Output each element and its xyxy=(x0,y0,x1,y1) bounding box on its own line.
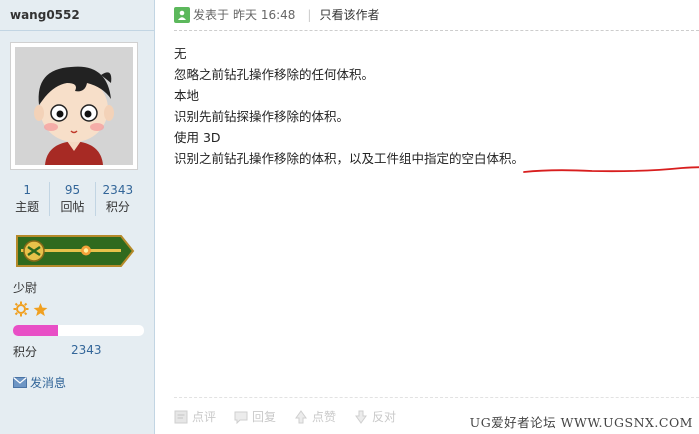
reply-label: 回复 xyxy=(252,410,277,424)
user-stats: 1 主题 95 回帖 2343 积分 xyxy=(5,182,140,216)
divider: | xyxy=(307,7,312,22)
rank-progress-fill xyxy=(13,325,58,336)
like-button[interactable]: 点赞 xyxy=(294,408,336,425)
username-link[interactable]: wang0552 xyxy=(10,8,80,22)
stat-label: 回帖 xyxy=(60,200,85,214)
rank-badge-icon xyxy=(13,232,135,273)
star-icon xyxy=(33,302,48,316)
credits-value: 2343 xyxy=(71,343,102,357)
site-watermark: UG爱好者论坛 WWW.UGSNX.COM xyxy=(469,415,693,430)
comment-icon xyxy=(174,410,188,423)
post-area: 发表于 昨天 16:48 | 只看该作者 无 忽略之前钻孔操作移除的任何体积。 … xyxy=(156,0,699,434)
comment-label: 点评 xyxy=(192,410,217,424)
reply-icon xyxy=(234,411,248,424)
post-line: 使用 3D xyxy=(174,130,221,145)
stat-threads[interactable]: 1 主题 xyxy=(5,182,49,216)
post-line: 无 xyxy=(174,46,187,61)
post-header: 发表于 昨天 16:48 | 只看该作者 xyxy=(174,6,379,23)
stat-replies[interactable]: 95 回帖 xyxy=(49,182,94,216)
send-message-label: 发消息 xyxy=(30,376,67,390)
rank-progress-bar xyxy=(13,325,144,336)
rank-stars xyxy=(13,301,48,317)
rank-title: 少尉 xyxy=(13,281,38,295)
envelope-icon xyxy=(13,377,27,388)
posted-prefix: 发表于 xyxy=(193,8,230,22)
post-line: 本地 xyxy=(174,88,200,103)
divider xyxy=(174,30,699,31)
credits-label: 积分 xyxy=(13,345,38,359)
stat-value: 1 xyxy=(23,183,31,197)
avatar[interactable] xyxy=(10,42,138,170)
stat-label: 积分 xyxy=(105,200,130,214)
stat-credits[interactable]: 2343 积分 xyxy=(94,182,140,216)
online-status-icon xyxy=(174,6,190,23)
user-sidebar: wang0552 1 主题 95 回帖 2343 积分 少尉 积分 2343 发… xyxy=(0,0,155,434)
post-line: 识别之前钻孔操作移除的体积，以及工件组中指定的空白体积。 xyxy=(174,151,525,166)
cartoon-boy-avatar-icon xyxy=(15,47,133,165)
stat-label: 主题 xyxy=(15,200,40,214)
post-line: 识别先前钻探操作移除的体积。 xyxy=(174,109,350,124)
only-author-link[interactable]: 只看该作者 xyxy=(319,6,379,23)
credits-row: 积分 2343 xyxy=(13,343,102,360)
thumbs-up-icon xyxy=(295,409,308,423)
stat-value: 2343 xyxy=(102,183,134,197)
divider xyxy=(174,397,699,398)
divider xyxy=(0,30,155,31)
stat-value: 95 xyxy=(64,183,81,197)
thumbs-down-icon xyxy=(355,410,368,424)
avatar-image xyxy=(15,47,133,165)
posted-time: 昨天 16:48 xyxy=(233,8,296,22)
post-content: 无 忽略之前钻孔操作移除的任何体积。 本地 识别先前钻探操作移除的体积。 使用 … xyxy=(174,43,524,169)
post-line: 忽略之前钻孔操作移除的任何体积。 xyxy=(174,67,375,82)
like-label: 点赞 xyxy=(312,410,337,424)
dislike-button[interactable]: 反对 xyxy=(354,408,396,425)
sun-icon xyxy=(13,301,29,317)
handwritten-underline-annotation xyxy=(523,166,699,173)
reply-button[interactable]: 回复 xyxy=(234,408,276,425)
dislike-label: 反对 xyxy=(372,410,397,424)
comment-button[interactable]: 点评 xyxy=(174,408,216,425)
post-actions: 点评 回复 点赞 反对 xyxy=(174,408,396,425)
send-message-link[interactable]: 发消息 xyxy=(13,374,66,391)
